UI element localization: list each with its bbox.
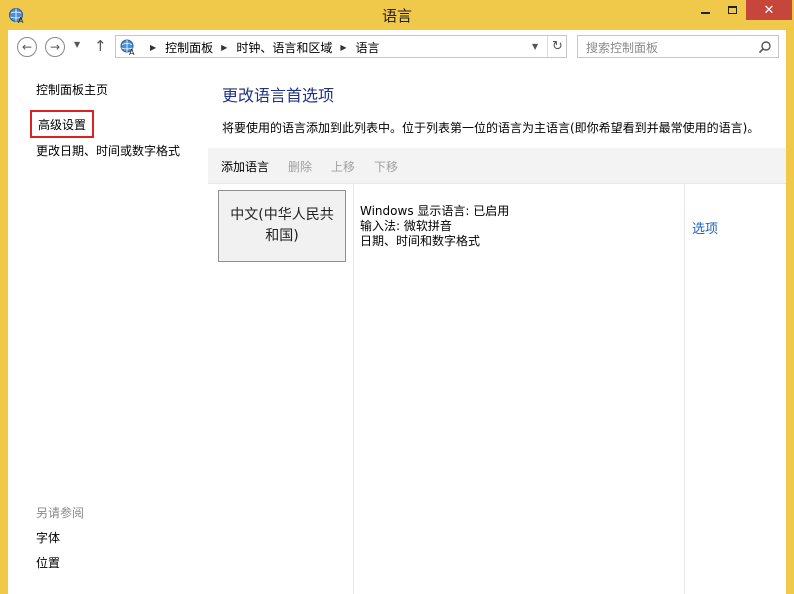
- column-divider: [353, 184, 354, 594]
- chevron-right-icon[interactable]: ▶: [150, 43, 156, 52]
- fonts-link[interactable]: 字体: [36, 529, 60, 546]
- refresh-icon[interactable]: ↻: [547, 36, 567, 57]
- close-icon: ✕: [763, 2, 775, 18]
- up-arrow-icon[interactable]: ↑: [94, 37, 107, 55]
- close-button[interactable]: ✕: [746, 0, 792, 20]
- move-up-button[interactable]: 上移: [331, 158, 355, 175]
- language-options-link[interactable]: 选项: [692, 218, 718, 237]
- see-also-heading: 另请参阅: [36, 506, 85, 520]
- minimize-icon: [701, 12, 710, 14]
- control-panel-home-link[interactable]: 控制面板主页: [36, 81, 108, 98]
- change-date-time-format-link[interactable]: 更改日期、时间或数字格式: [36, 142, 180, 159]
- maximize-icon: [728, 6, 737, 14]
- language-tile-chinese[interactable]: 中文(中华人民共和国): [218, 190, 346, 262]
- location-link[interactable]: 位置: [36, 554, 60, 571]
- page-description: 将要使用的语言添加到此列表中。位于列表第一位的语言为主语言(即你希望看到并最常使…: [222, 121, 760, 135]
- search-placeholder: 搜索控制面板: [586, 41, 659, 55]
- chevron-right-icon[interactable]: ▶: [221, 43, 227, 52]
- page-title: 更改语言首选项: [222, 86, 335, 105]
- add-language-button[interactable]: 添加语言: [221, 158, 269, 175]
- date-time-number-format: 日期、时间和数字格式: [360, 234, 481, 248]
- title-bar: A 语言 ✕: [0, 0, 794, 30]
- window-content: ← → ▼ ↑ A ▶ 控制面板 ▶ 时钟、语言和区域 ▶ 语言 ▼ ↻ 搜索控…: [8, 30, 786, 594]
- window-title: 语言: [381, 7, 412, 25]
- search-input[interactable]: 搜索控制面板: [577, 35, 779, 58]
- input-method: 输入法: 微软拼音: [360, 219, 452, 233]
- address-dropdown-icon[interactable]: ▼: [532, 42, 538, 51]
- language-list: 中文(中华人民共和国) Windows 显示语言: 已启用 输入法: 微软拼音 …: [208, 184, 786, 594]
- chevron-right-icon[interactable]: ▶: [340, 43, 346, 52]
- column-divider: [684, 184, 685, 594]
- recent-locations-dropdown-icon[interactable]: ▼: [74, 40, 80, 49]
- control-panel-language-icon: A: [120, 39, 135, 56]
- display-language-status: Windows 显示语言: 已启用: [360, 204, 510, 218]
- breadcrumb-control-panel[interactable]: 控制面板: [165, 39, 213, 56]
- navigation-bar: ← → ▼ ↑ A ▶ 控制面板 ▶ 时钟、语言和区域 ▶ 语言 ▼ ↻ 搜索控…: [8, 30, 786, 64]
- back-button[interactable]: ←: [17, 37, 37, 57]
- language-toolbar: 添加语言 删除 上移 下移: [208, 148, 786, 184]
- advanced-settings-link[interactable]: 高级设置: [30, 110, 95, 138]
- minimize-button[interactable]: [692, 0, 719, 20]
- breadcrumb-language[interactable]: 语言: [356, 39, 380, 56]
- breadcrumb: ▶ 控制面板 ▶ 时钟、语言和区域 ▶ 语言: [142, 39, 380, 56]
- search-icon[interactable]: [758, 40, 772, 54]
- arrow-left-icon: ←: [21, 40, 33, 54]
- forward-button[interactable]: →: [45, 37, 65, 57]
- language-name: 中文(中华人民共和国): [230, 207, 334, 244]
- address-bar[interactable]: A ▶ 控制面板 ▶ 时钟、语言和区域 ▶ 语言 ▼ ↻: [115, 35, 567, 58]
- svg-text:A: A: [129, 48, 135, 56]
- move-down-button[interactable]: 下移: [374, 158, 398, 175]
- breadcrumb-clock-language-region[interactable]: 时钟、语言和区域: [236, 39, 332, 56]
- arrow-right-icon: →: [49, 40, 61, 54]
- language-details: Windows 显示语言: 已启用 输入法: 微软拼音 日期、时间和数字格式: [360, 204, 509, 249]
- maximize-button[interactable]: [719, 0, 746, 20]
- left-navigation-pane: 控制面板主页 高级设置 更改日期、时间或数字格式 另请参阅 字体 位置: [8, 64, 208, 594]
- remove-language-button[interactable]: 删除: [288, 158, 312, 175]
